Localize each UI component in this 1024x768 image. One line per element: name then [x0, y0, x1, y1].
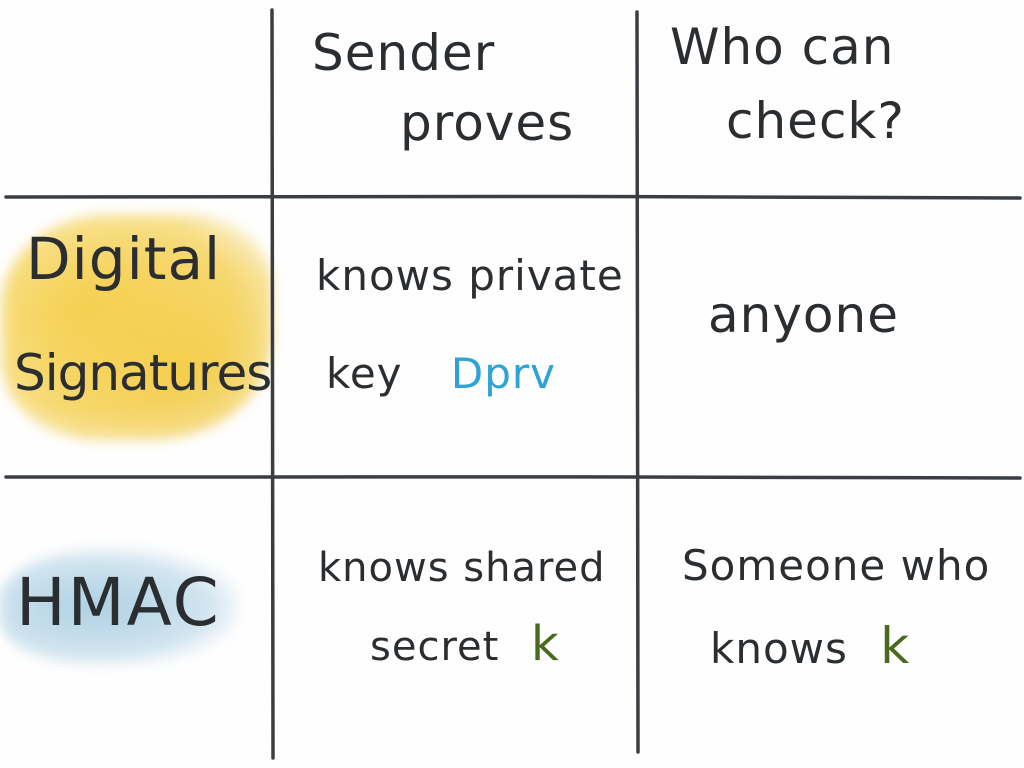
row-label-digital-line-1: Digital: [26, 225, 222, 293]
header-sender-line-2: proves: [400, 94, 575, 152]
cell-digital-signatures-sender-proves: knows private key Dprv: [316, 255, 628, 435]
column-header-sender-proves: Sender proves: [312, 28, 612, 178]
cell-hmac-who-knows-word: knows: [710, 624, 848, 673]
shared-key-k: k: [531, 616, 560, 672]
cell-hmac-who-line-2: knows k: [710, 621, 910, 671]
comparison-table: Sender proves Who can check? Digital Sig…: [0, 0, 1024, 768]
row-label-digital-signatures: Digital Signatures: [10, 228, 272, 438]
header-sender-line-1: Sender: [312, 24, 496, 82]
cell-hmac-sender-proves: knows shared secret k: [318, 548, 630, 688]
grid-line-vertical-2: [635, 10, 640, 754]
cell-hmac-who-can-check: Someone who knows k: [682, 545, 1012, 685]
cell-hmac-sender-secret-word: secret: [370, 624, 500, 670]
row-label-hmac: HMAC: [16, 570, 246, 660]
cell-hmac-who-line-1: Someone who: [682, 541, 991, 590]
dprv-key-name: Dprv: [450, 349, 557, 398]
cell-hmac-sender-line-1: knows shared: [318, 545, 606, 591]
cell-ds-sender-key-word: key: [326, 349, 403, 398]
header-who-line-1: Who can: [670, 18, 895, 76]
column-header-who-can-check: Who can check?: [670, 22, 990, 172]
header-who-line-2: check?: [726, 92, 905, 150]
row-label-digital-line-2: Signatures: [14, 344, 272, 402]
cell-ds-sender-line-2: key Dprv: [326, 353, 556, 395]
grid-line-horizontal-2: [4, 474, 1022, 480]
cell-hmac-sender-line-2: secret k: [370, 620, 560, 668]
row-label-hmac-text: HMAC: [16, 564, 221, 641]
grid-line-vertical-1: [270, 8, 275, 760]
cell-ds-who-line-1: anyone: [708, 286, 899, 344]
shared-key-k-verifier: k: [880, 617, 911, 675]
cell-ds-sender-line-1: knows private: [316, 251, 624, 300]
cell-digital-signatures-who-can-check: anyone: [708, 290, 968, 380]
grid-line-horizontal-1: [4, 194, 1022, 200]
